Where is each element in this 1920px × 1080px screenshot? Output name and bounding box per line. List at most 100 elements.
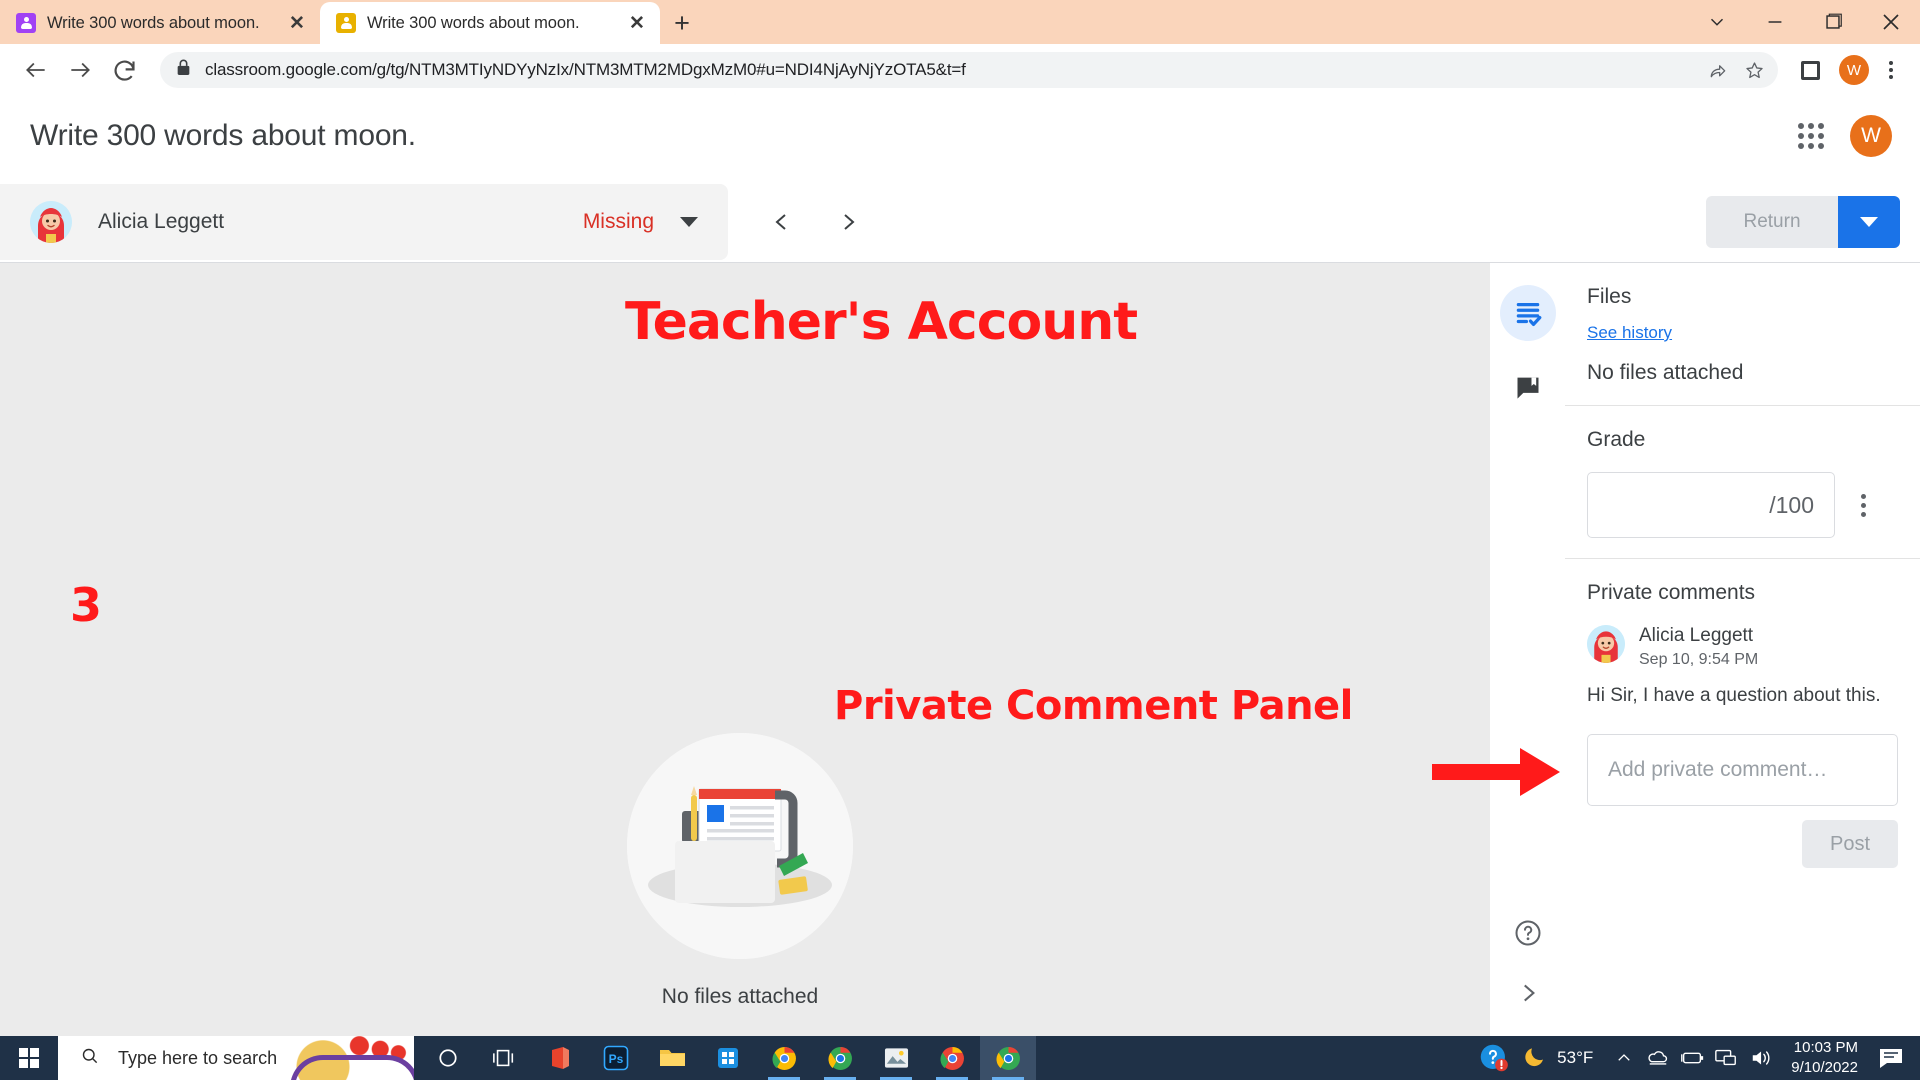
submission-main-area: No files attached (0, 262, 1490, 1036)
expand-panel-icon[interactable] (1509, 974, 1547, 1012)
right-rail (1490, 262, 1565, 1036)
avatar[interactable]: W (1832, 48, 1876, 92)
next-student-icon[interactable] (830, 204, 866, 240)
apps-grid-icon[interactable] (1794, 119, 1828, 153)
no-files-caption: No files attached (661, 985, 819, 1008)
lock-icon (176, 59, 191, 81)
browser-menu-icon[interactable] (1876, 53, 1906, 87)
taskbar-pinned-apps: Ps (420, 1036, 1036, 1080)
search-icon (80, 1046, 100, 1071)
rail-student-work-icon[interactable] (1499, 285, 1556, 341)
search-decoration-illustration (284, 1036, 414, 1080)
annotation-private-comment-panel: Private Comment Panel (834, 683, 1353, 729)
grade-more-options-icon[interactable] (1843, 485, 1883, 525)
grade-input[interactable]: /100 (1587, 472, 1835, 538)
window-controls (1688, 0, 1920, 44)
image-viewer-icon[interactable] (868, 1036, 924, 1080)
return-button[interactable]: Return (1706, 196, 1838, 248)
temperature-label: 53°F (1557, 1048, 1594, 1067)
chrome-icon-1[interactable] (756, 1036, 812, 1080)
annotation-teacher-account: Teacher's Account (625, 292, 1138, 352)
tab-title: Write 300 words about moon. (367, 13, 580, 32)
chevron-down-icon[interactable] (680, 217, 698, 227)
previous-student-icon[interactable] (764, 204, 800, 240)
grade-max-label: /100 (1769, 491, 1814, 518)
start-button[interactable] (0, 1036, 58, 1080)
comment-item: Alicia Leggett Sep 10, 9:54 PM (1587, 625, 1898, 669)
reload-icon[interactable] (102, 48, 146, 92)
profile-initial: W (1839, 55, 1869, 85)
rail-private-comments-icon[interactable] (1500, 359, 1556, 415)
maximize-icon[interactable] (1804, 0, 1862, 44)
taskbar-search[interactable]: Type here to search (58, 1036, 414, 1080)
right-panel: Files See history No files attached Grad… (1565, 262, 1920, 1036)
action-center-icon[interactable] (1870, 1036, 1912, 1080)
student-toolbar: Alicia Leggett Missing Return (0, 184, 1920, 260)
screen: Write 300 words about moon. ✕ Write 300 … (0, 0, 1920, 1080)
clock-date: 9/10/2022 (1791, 1059, 1858, 1076)
classroom-header-actions: W (1794, 115, 1920, 157)
return-options-button[interactable] (1838, 196, 1900, 248)
comment-text: Hi Sir, I have a question about this. (1587, 684, 1881, 706)
taskbar-system-tray: 53°F 10:03 PM 9/10/2022 (1471, 1036, 1920, 1080)
new-tab-button[interactable]: + (660, 2, 704, 44)
close-window-icon[interactable] (1862, 0, 1920, 44)
grade-heading: Grade (1587, 428, 1646, 451)
classroom-purple-icon (16, 13, 36, 33)
annotation-arrow-icon (1432, 742, 1562, 807)
add-private-comment-input[interactable]: Add private comment… (1587, 734, 1898, 807)
forward-icon[interactable] (58, 48, 102, 92)
private-comments-section: Private comments Alicia Leggett Sep 10, … (1565, 559, 1920, 888)
browser-tab-1[interactable]: Write 300 words about moon. ✕ (0, 2, 320, 44)
help-alert-icon[interactable] (1471, 1036, 1517, 1080)
windows-taskbar: Type here to search Ps 53°F 10:03 PM 9/1… (0, 1036, 1920, 1080)
weather-widget[interactable]: 53°F (1517, 1044, 1607, 1073)
chrome-icon-2[interactable] (812, 1036, 868, 1080)
volume-icon[interactable] (1743, 1036, 1781, 1080)
account-avatar[interactable]: W (1850, 115, 1892, 157)
browser-tab-2[interactable]: Write 300 words about moon. ✕ (320, 2, 660, 44)
extensions-icon[interactable] (1788, 48, 1832, 92)
chevron-down-icon (1860, 217, 1878, 227)
task-view-icon[interactable] (476, 1036, 532, 1080)
avatar (1587, 625, 1625, 663)
status-badge: Missing (582, 210, 654, 233)
onedrive-icon[interactable] (1641, 1036, 1675, 1080)
return-button-group: Return (1706, 196, 1920, 248)
close-icon[interactable]: ✕ (284, 10, 310, 36)
tab-search-chevron-icon[interactable] (1688, 0, 1746, 44)
student-selector[interactable]: Alicia Leggett Missing (0, 184, 728, 260)
grade-section: Grade /100 (1565, 406, 1920, 559)
bookmark-star-icon[interactable] (1738, 54, 1770, 86)
post-button[interactable]: Post (1802, 820, 1898, 869)
network-icon[interactable] (1709, 1036, 1743, 1080)
share-icon[interactable] (1702, 54, 1734, 86)
classroom-yellow-icon (336, 13, 356, 33)
comment-meta: Alicia Leggett Sep 10, 9:54 PM (1639, 625, 1758, 669)
file-explorer-icon[interactable] (644, 1036, 700, 1080)
chrome-icon-4-active[interactable] (980, 1036, 1036, 1080)
close-icon[interactable]: ✕ (624, 10, 650, 36)
comment-timestamp: Sep 10, 9:54 PM (1639, 650, 1759, 668)
help-icon[interactable] (1509, 914, 1547, 952)
omnibox-actions (1702, 52, 1770, 88)
clock-time: 10:03 PM (1793, 1039, 1858, 1057)
url-text: classroom.google.com/g/tg/NTM3MTIyNDYyNz… (205, 60, 966, 79)
chrome-icon-3[interactable] (924, 1036, 980, 1080)
files-empty-text: No files attached (1587, 361, 1744, 384)
battery-icon[interactable] (1675, 1036, 1709, 1080)
tab-title: Write 300 words about moon. (47, 13, 260, 32)
cortana-icon[interactable] (420, 1036, 476, 1080)
show-hidden-icons-chevron-icon[interactable] (1607, 1036, 1641, 1080)
photoshop-icon[interactable]: Ps (588, 1036, 644, 1080)
comment-author: Alicia Leggett (1639, 625, 1754, 646)
office-icon[interactable] (532, 1036, 588, 1080)
back-icon[interactable] (14, 48, 58, 92)
grade-row: /100 (1587, 472, 1898, 538)
see-history-link[interactable]: See history (1587, 323, 1898, 343)
clock[interactable]: 10:03 PM 9/10/2022 (1781, 1038, 1870, 1078)
minimize-icon[interactable] (1746, 0, 1804, 44)
microsoft-store-icon[interactable] (700, 1036, 756, 1080)
empty-folder-illustration (627, 733, 853, 959)
address-bar[interactable]: classroom.google.com/g/tg/NTM3MTIyNDYyNz… (160, 52, 1778, 88)
